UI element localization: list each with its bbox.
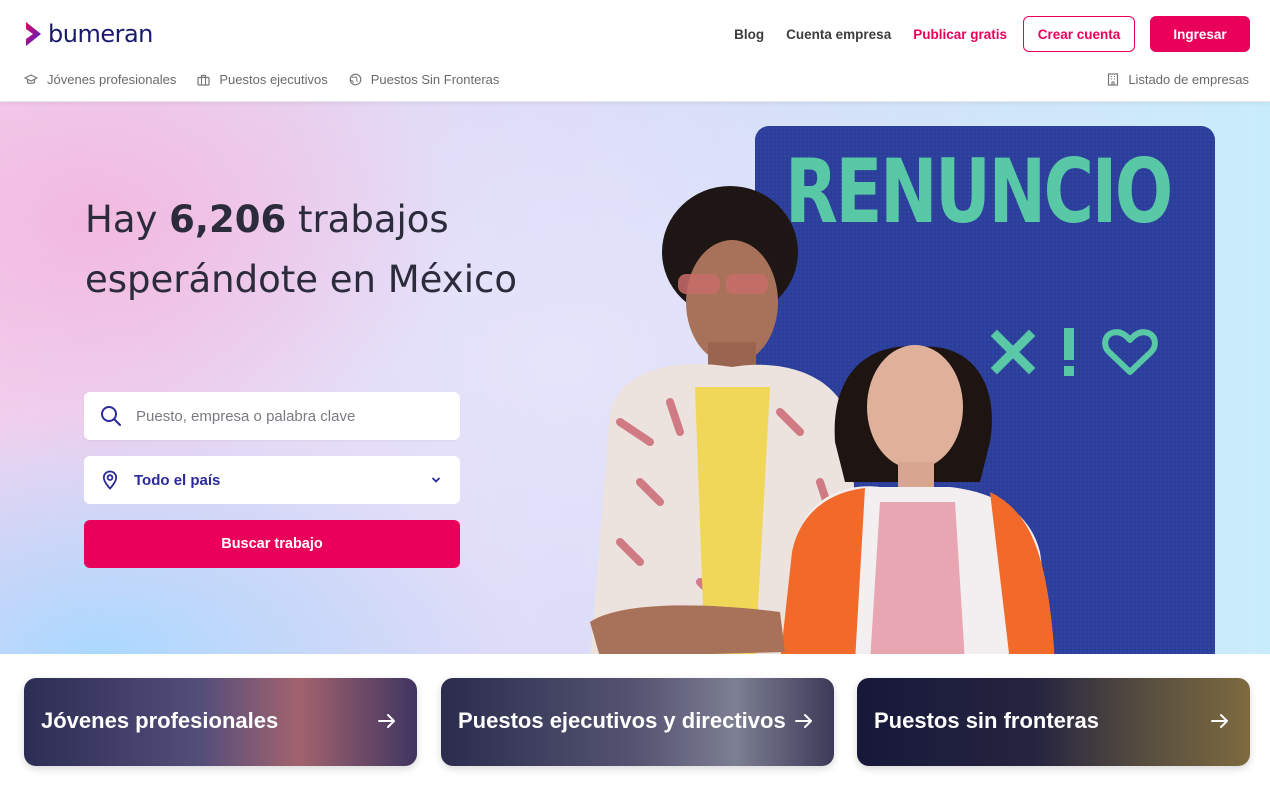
logo-chevron-icon (26, 22, 41, 46)
job-count: 6,206 (169, 198, 287, 241)
hero-headline: Hay 6,206 trabajos esperándote en México (85, 190, 525, 310)
hero-people-illustration (590, 186, 1055, 654)
category-card-label: Puestos ejecutivos y directivos (458, 708, 786, 733)
top-navigation: Blog Cuenta empresa Publicar gratis Crea… (712, 16, 1250, 52)
company-list-link[interactable]: Listado de empresas (1107, 72, 1249, 87)
subnav-item-borderless-jobs[interactable]: Puestos Sin Fronteras (349, 72, 500, 87)
subnav-item-label: Jóvenes profesionales (47, 72, 177, 87)
nav-blog-link[interactable]: Blog (734, 27, 764, 42)
subnav-item-executive-jobs[interactable]: Puestos ejecutivos (197, 72, 328, 87)
search-icon (101, 406, 121, 426)
create-account-button[interactable]: Crear cuenta (1023, 16, 1135, 52)
globe-icon (349, 73, 362, 86)
site-header: bumeran Blog Cuenta empresa Publicar gra… (0, 0, 1270, 102)
company-list-label: Listado de empresas (1128, 72, 1249, 87)
location-value: Todo el país (134, 471, 221, 489)
arrow-right-icon (378, 714, 395, 728)
category-card-executive-jobs[interactable]: Puestos ejecutivos y directivos (441, 678, 834, 766)
location-pin-icon (102, 470, 118, 490)
briefcase-icon (197, 74, 210, 86)
sub-navigation: Jóvenes profesionales Puestos ejecutivos… (24, 72, 520, 87)
category-card-young-professionals[interactable]: Jóvenes profesionales (24, 678, 417, 766)
arrow-right-icon (1211, 714, 1228, 728)
search-jobs-button[interactable]: Buscar trabajo (84, 520, 460, 568)
logo-text: bumeran (48, 20, 153, 48)
bumeran-logo[interactable]: bumeran (24, 20, 153, 48)
subnav-item-young-professionals[interactable]: Jóvenes profesionales (24, 72, 176, 87)
category-card-label: Puestos sin fronteras (874, 708, 1099, 733)
graduation-cap-icon (24, 73, 38, 84)
location-select[interactable]: Todo el país (84, 456, 460, 504)
search-field[interactable] (84, 392, 460, 440)
nav-publish-free-link[interactable]: Publicar gratis (913, 27, 1007, 42)
search-input[interactable] (136, 407, 436, 425)
headline-prefix: Hay (85, 198, 170, 241)
hero-section: Hay 6,206 trabajos esperándote en México… (0, 102, 1270, 654)
category-card-label: Jóvenes profesionales (41, 708, 279, 733)
arrow-right-icon (795, 714, 812, 728)
nav-company-account-link[interactable]: Cuenta empresa (786, 27, 891, 42)
login-button[interactable]: Ingresar (1150, 16, 1250, 52)
category-card-borderless-jobs[interactable]: Puestos sin fronteras (857, 678, 1250, 766)
subnav-item-label: Puestos ejecutivos (219, 72, 328, 87)
heart-outline-icon (1102, 329, 1158, 375)
chevron-down-icon (432, 477, 440, 483)
building-icon (1108, 73, 1119, 86)
subnav-item-label: Puestos Sin Fronteras (370, 72, 500, 87)
category-cards: Jóvenes profesionales Puestos ejecutivos… (24, 678, 1250, 766)
